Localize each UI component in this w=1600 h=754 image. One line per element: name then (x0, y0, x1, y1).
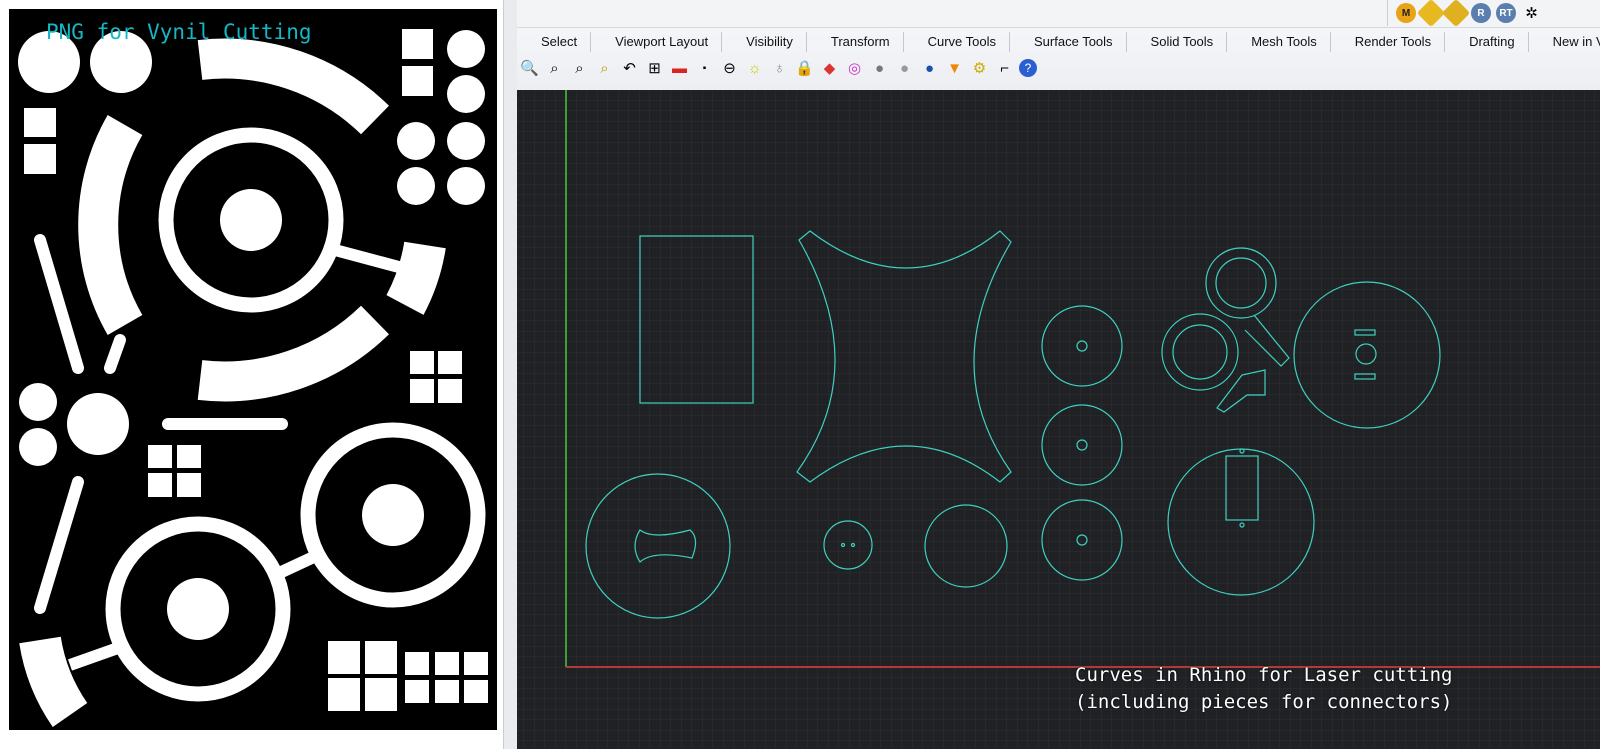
tab-drafting[interactable]: Drafting (1445, 32, 1529, 52)
tab-new-in-v5[interactable]: New in V5 (1529, 32, 1600, 52)
viewport-canvas[interactable] (517, 90, 1600, 749)
tab-curve-tools[interactable]: Curve Tools (904, 32, 1011, 52)
vinyl-cut-artwork (9, 9, 497, 730)
tab-transform[interactable]: Transform (807, 32, 904, 52)
ribbon-tabs: Select Viewport Layout Visibility Transf… (517, 32, 1600, 52)
tab-mesh-tools[interactable]: Mesh Tools (1227, 32, 1331, 52)
tab-solid-tools[interactable]: Solid Tools (1127, 32, 1228, 52)
caption-line-1: Curves in Rhino for Laser cutting (1075, 664, 1453, 686)
tab-surface-tools[interactable]: Surface Tools (1010, 32, 1127, 52)
tab-select[interactable]: Select (517, 32, 592, 52)
plugin-rt-icon[interactable]: RT (1496, 3, 1516, 23)
dimension-icon[interactable]: ⌐ (994, 58, 1015, 79)
flag-icon[interactable]: ▼ (944, 58, 965, 79)
plugin-r-icon[interactable]: R (1471, 3, 1491, 23)
plugin-diamond2-icon[interactable] (1441, 0, 1471, 28)
rhino-viewport[interactable] (517, 90, 1600, 749)
sphere-silver-icon[interactable]: ● (894, 58, 915, 79)
target-icon[interactable]: ⊖ (719, 58, 740, 79)
light-sun-icon[interactable]: ☼ (744, 58, 765, 79)
grid (517, 90, 1600, 749)
gear-icon[interactable]: ⚙ (969, 58, 990, 79)
bulb-icon[interactable]: ♁ (769, 58, 790, 79)
color-wheel-icon[interactable]: ◎ (844, 58, 865, 79)
help-icon[interactable]: ? (1019, 59, 1037, 77)
plugin-diamond-icon[interactable] (1416, 0, 1446, 28)
tab-viewport-layout[interactable]: Viewport Layout (591, 32, 723, 52)
tab-visibility[interactable]: Visibility (722, 32, 807, 52)
plugin-toolbar: M R RT ✲ (1387, 0, 1600, 28)
panel-divider (503, 0, 517, 749)
zoom-extents-icon[interactable]: ⌕ (569, 58, 590, 79)
vinyl-panel-title: PNG for Vynil Cutting (46, 20, 312, 44)
undo-view-icon[interactable]: ↶ (619, 58, 640, 79)
zoom-window-icon[interactable]: ⌕ (544, 58, 565, 79)
four-viewports-icon[interactable]: ⊞ (644, 58, 665, 79)
shade-icon[interactable]: ◆ (819, 58, 840, 79)
view-toolbar: 🔍 ⌕ ⌕ ⌕ ↶ ⊞ ▬ ▪ ⊖ ☼ ♁ 🔒 ◆ ◎ ● ● ● ▼ ⚙ ⌐ … (517, 55, 1037, 81)
satellite-icon[interactable]: ✲ (1521, 3, 1542, 24)
rhino-ribbon: M R RT ✲ Select Viewport Layout Visibili… (517, 0, 1600, 90)
camera-icon[interactable]: ▪ (694, 58, 715, 79)
tab-render-tools[interactable]: Render Tools (1331, 32, 1446, 52)
vinyl-png-panel: PNG for Vynil Cutting (0, 0, 510, 749)
car-icon[interactable]: ▬ (669, 58, 690, 79)
caption-line-2: (including pieces for connectors) (1075, 691, 1453, 713)
zoom-selected-icon[interactable]: ⌕ (594, 58, 615, 79)
sphere-gray-icon[interactable]: ● (869, 58, 890, 79)
plugin-m-icon[interactable]: M (1396, 3, 1416, 23)
zoom-in-icon[interactable]: 🔍 (519, 58, 540, 79)
lock-icon[interactable]: 🔒 (794, 58, 815, 79)
sphere-blue-icon[interactable]: ● (919, 58, 940, 79)
viewport-caption: Curves in Rhino for Laser cutting (inclu… (1075, 662, 1453, 716)
